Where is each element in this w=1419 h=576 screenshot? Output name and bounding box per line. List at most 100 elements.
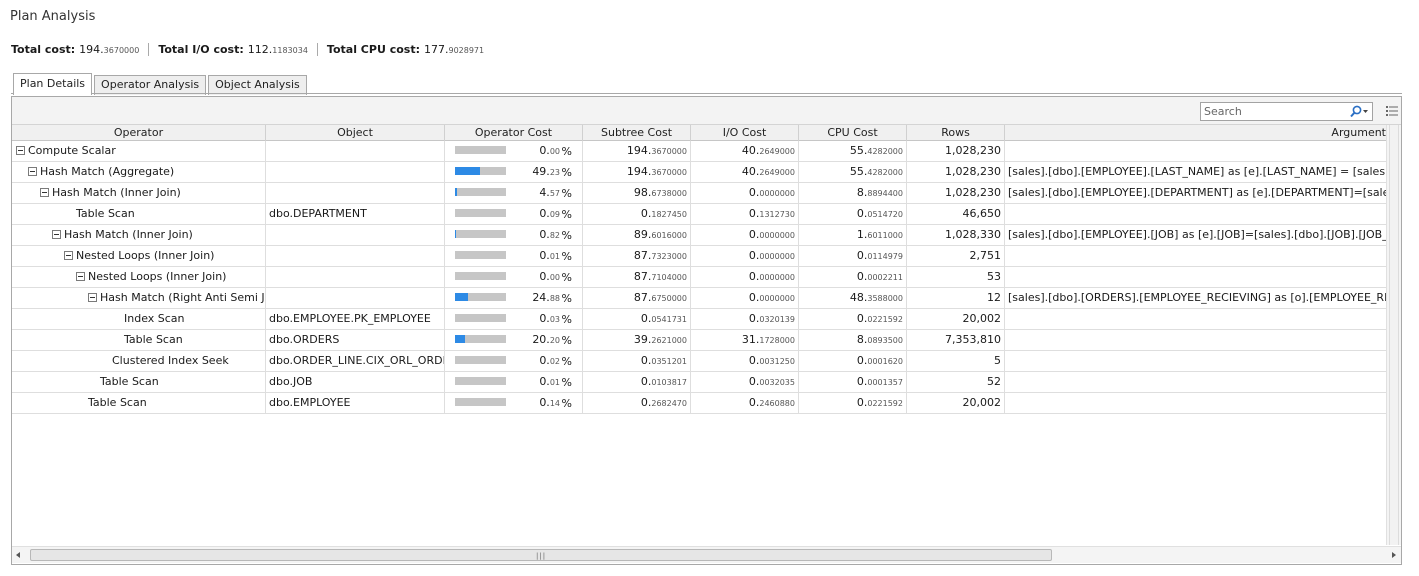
cpu-cost-cell: 55.4282000 — [799, 141, 907, 161]
vertical-scroll-thumb[interactable] — [1389, 125, 1399, 545]
table-row[interactable]: Table Scan dbo.EMPLOYEE 0.14% 0.2682470 0.24… — [12, 393, 1386, 414]
column-chooser-icon[interactable] — [1386, 105, 1398, 117]
table-row[interactable]: Compute Scalar 0.00% 194.3670000 40.2649000… — [12, 141, 1386, 162]
subtree-cost-cell: 194.3670000 — [583, 162, 691, 182]
percent-sign: % — [561, 376, 572, 389]
table-row[interactable]: Index Scan dbo.EMPLOYEE.PK_EMPLOYEE 0.03% 0… — [12, 309, 1386, 330]
object-cell: dbo.EMPLOYEE — [266, 393, 445, 413]
table-row[interactable]: Hash Match (Right Anti Semi Join)24.88%8… — [12, 288, 1386, 309]
operator-cost-percent: 0.14 — [539, 393, 560, 413]
vertical-scrollbar[interactable] — [1386, 125, 1401, 545]
io-cost-cell-value: 31. — [741, 333, 760, 346]
column-header-operator-cost[interactable]: Operator Cost — [445, 125, 583, 141]
horizontal-scrollbar[interactable]: ||| — [12, 546, 1401, 563]
object-cell: dbo.ORDERS — [266, 330, 445, 350]
scroll-right-icon[interactable] — [1392, 552, 1396, 558]
cost-bar-track — [455, 314, 506, 322]
io-cost-cell-value: 0. — [748, 270, 760, 283]
percent-sign: % — [561, 292, 572, 305]
horizontal-scroll-thumb[interactable]: ||| — [30, 549, 1052, 561]
tab-operator-analysis[interactable]: Operator Analysis — [94, 75, 207, 95]
subtree-cost-cell-value: 87. — [633, 270, 652, 283]
io-cost-cell-decimals: 1312730 — [759, 210, 795, 219]
operator-cost-value: 24. — [532, 291, 550, 304]
rows-cell: 52 — [907, 372, 1005, 392]
tab-plan-details[interactable]: Plan Details — [13, 73, 93, 95]
collapse-icon[interactable] — [40, 188, 49, 197]
table-row[interactable]: Clustered Index Seek dbo.ORDER_LINE.CIX_O… — [12, 351, 1386, 372]
subtree-cost-cell: 0.0103817 — [583, 372, 691, 392]
subtree-cost-cell: 87.6750000 — [583, 288, 691, 308]
table-row[interactable]: Table Scan dbo.ORDERS 20.20% 39.2621000 31.1… — [12, 330, 1386, 351]
column-header-operator[interactable]: Operator — [12, 125, 266, 141]
cpu-cost-cell-value: 55. — [849, 165, 868, 178]
cpu-cost-cell-decimals: 8894400 — [867, 189, 903, 198]
io-cost-cell-decimals: 0032035 — [759, 378, 795, 387]
table-row[interactable]: Hash Match (Inner Join) 0.82% 89.6016000 0.… — [12, 225, 1386, 246]
cpu-cost-cell-decimals: 0221592 — [867, 315, 903, 324]
tab-object-analysis[interactable]: Object Analysis — [208, 75, 307, 95]
column-header-cpu-cost[interactable]: CPU Cost — [799, 125, 907, 141]
operator-cost-cell: 0.01% — [445, 372, 583, 392]
table-row[interactable]: Hash Match (Inner Join) 4.57% 98.6738000 0.… — [12, 183, 1386, 204]
cpu-cost-cell: 0.0001357 — [799, 372, 907, 392]
cost-bar-track — [455, 272, 506, 280]
collapse-icon[interactable] — [28, 167, 37, 176]
column-header-argument[interactable]: Argument — [1005, 125, 1386, 141]
operator-name: Index Scan — [124, 312, 185, 325]
column-header-object[interactable]: Object — [266, 125, 445, 141]
search-input[interactable] — [1204, 104, 1340, 119]
io-cost-cell-value: 40. — [741, 165, 760, 178]
operator-cost-cell: 0.09% — [445, 204, 583, 224]
table-row[interactable]: Hash Match (Aggregate) 49.23% 194.3670000 4… — [12, 162, 1386, 183]
argument-cell — [1005, 141, 1386, 161]
io-cost-cell: 0.0031250 — [691, 351, 799, 371]
subtree-cost-cell-decimals: 7104000 — [651, 273, 687, 282]
column-header-subtree-cost[interactable]: Subtree Cost — [583, 125, 691, 141]
cost-bar-track — [455, 377, 506, 385]
scroll-left-icon[interactable] — [16, 552, 20, 558]
operator-cost-decimals: 02 — [549, 357, 560, 366]
object-cell: dbo.DEPARTMENT — [266, 204, 445, 224]
subtree-cost-cell-value: 0. — [640, 207, 652, 220]
total-io-cost-decimals: 1183034 — [272, 45, 308, 55]
io-cost-cell-decimals: 0320139 — [759, 315, 795, 324]
collapse-icon[interactable] — [52, 230, 61, 239]
subtree-cost-cell-value: 0. — [640, 312, 652, 325]
collapse-icon[interactable] — [88, 293, 97, 302]
table-row[interactable]: Nested Loops (Inner Join) 0.01% 87.7323000… — [12, 246, 1386, 267]
io-cost-cell: 0.0000000 — [691, 183, 799, 203]
io-cost-cell-decimals: 2649000 — [759, 147, 795, 156]
cpu-cost-cell-decimals: 0001357 — [867, 378, 903, 387]
collapse-icon[interactable] — [16, 146, 25, 155]
subtree-cost-cell-decimals: 2682470 — [651, 399, 687, 408]
column-header-rows[interactable]: Rows — [907, 125, 1005, 141]
io-cost-cell: 40.2649000 — [691, 141, 799, 161]
table-row[interactable]: Nested Loops (Inner Join) 0.00% 87.7104000… — [12, 267, 1386, 288]
subtree-cost-cell-decimals: 6016000 — [651, 231, 687, 240]
collapse-icon[interactable] — [76, 272, 85, 281]
operator-cost-value: 0. — [539, 312, 550, 325]
cpu-cost-cell: 0.0001620 — [799, 351, 907, 371]
operator-cell: Table Scan — [12, 204, 266, 224]
operator-name: Table Scan — [100, 375, 159, 388]
operator-cost-value: 0. — [539, 228, 550, 241]
cpu-cost-cell-value: 0. — [856, 396, 868, 409]
total-cost: Total cost: 194. 3670000 — [11, 43, 139, 56]
column-header-io-cost[interactable]: I/O Cost — [691, 125, 799, 141]
cost-bar-track — [455, 251, 506, 259]
total-io-cost: Total I/O cost: 112. 1183034 — [158, 43, 308, 56]
subtree-cost-cell-value: 0. — [640, 396, 652, 409]
search-button[interactable] — [1344, 104, 1370, 119]
collapse-icon[interactable] — [64, 251, 73, 260]
io-cost-cell: 40.2649000 — [691, 162, 799, 182]
argument-cell: [sales].[dbo].[EMPLOYEE].[JOB] as [e].[J… — [1008, 228, 1386, 241]
operator-cost-value: 0. — [539, 396, 550, 409]
cost-summary: Total cost: 194. 3670000 Total I/O cost: … — [11, 42, 484, 56]
percent-sign: % — [561, 313, 572, 326]
table-row[interactable]: Table Scan dbo.JOB 0.01% 0.0103817 0.0032035… — [12, 372, 1386, 393]
subtree-cost-cell: 98.6738000 — [583, 183, 691, 203]
cost-bar-track — [455, 188, 506, 196]
operator-name: Hash Match (Right Anti Semi Join) — [100, 291, 265, 304]
table-row[interactable]: Table Scan dbo.DEPARTMENT 0.09% 0.1827450 0.… — [12, 204, 1386, 225]
